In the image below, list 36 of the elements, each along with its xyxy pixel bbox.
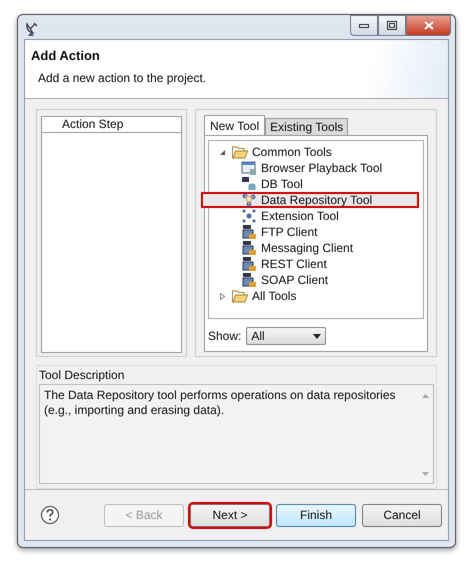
tree-item[interactable]: REST Client bbox=[201, 256, 419, 272]
tab[interactable]: New Tool bbox=[204, 115, 266, 135]
close-icon[interactable] bbox=[424, 21, 434, 30]
satellite-dish-icon bbox=[24, 21, 40, 37]
tree-item[interactable]: All Tools bbox=[252, 289, 296, 303]
help-icon[interactable] bbox=[40, 505, 60, 525]
tree-item[interactable]: FTP Client bbox=[201, 224, 419, 240]
dialog-button[interactable]: Cancel bbox=[362, 504, 442, 526]
collapse-arrow-icon[interactable] bbox=[219, 148, 226, 156]
show-dropdown[interactable]: All bbox=[246, 327, 326, 345]
star-nodes-icon bbox=[241, 208, 257, 224]
tree-item[interactable]: Extension Tool bbox=[201, 208, 419, 224]
folder-icon bbox=[232, 290, 248, 302]
folder-icon bbox=[232, 146, 248, 158]
tree-item[interactable]: SOAP Client bbox=[201, 272, 419, 288]
column-header: Action Step bbox=[41, 116, 182, 133]
dialog-button[interactable]: Finish bbox=[276, 504, 356, 526]
show-label: Show: bbox=[208, 329, 242, 343]
tree-item[interactable]: Data Repository Tool bbox=[201, 192, 419, 208]
monitor-icon bbox=[241, 240, 257, 256]
network-nodes-icon bbox=[241, 192, 257, 208]
browser-window-icon bbox=[241, 160, 257, 176]
tree-item[interactable]: Messaging Client bbox=[201, 240, 419, 256]
maximize-icon[interactable] bbox=[387, 21, 397, 30]
description-text: The Data Repository tool performs operations on data repositories (e.g., importing and erasing data). bbox=[44, 388, 397, 419]
tree-item[interactable]: Common Tools bbox=[252, 145, 332, 159]
tab[interactable]: Existing Tools bbox=[265, 118, 348, 135]
tree-item[interactable]: DB Tool bbox=[201, 176, 419, 192]
tree-item[interactable]: Browser Playback Tool bbox=[201, 160, 419, 176]
minimize-icon[interactable] bbox=[359, 22, 369, 28]
section-heading: Tool Description bbox=[39, 368, 126, 384]
caret-icon bbox=[313, 334, 322, 338]
dialog-button[interactable]: Next > bbox=[190, 504, 270, 526]
dialog-title: Add Action bbox=[31, 48, 101, 63]
expand-arrow-icon[interactable] bbox=[219, 292, 226, 300]
dialog-subtitle: Add a new action to the project. bbox=[38, 71, 208, 85]
